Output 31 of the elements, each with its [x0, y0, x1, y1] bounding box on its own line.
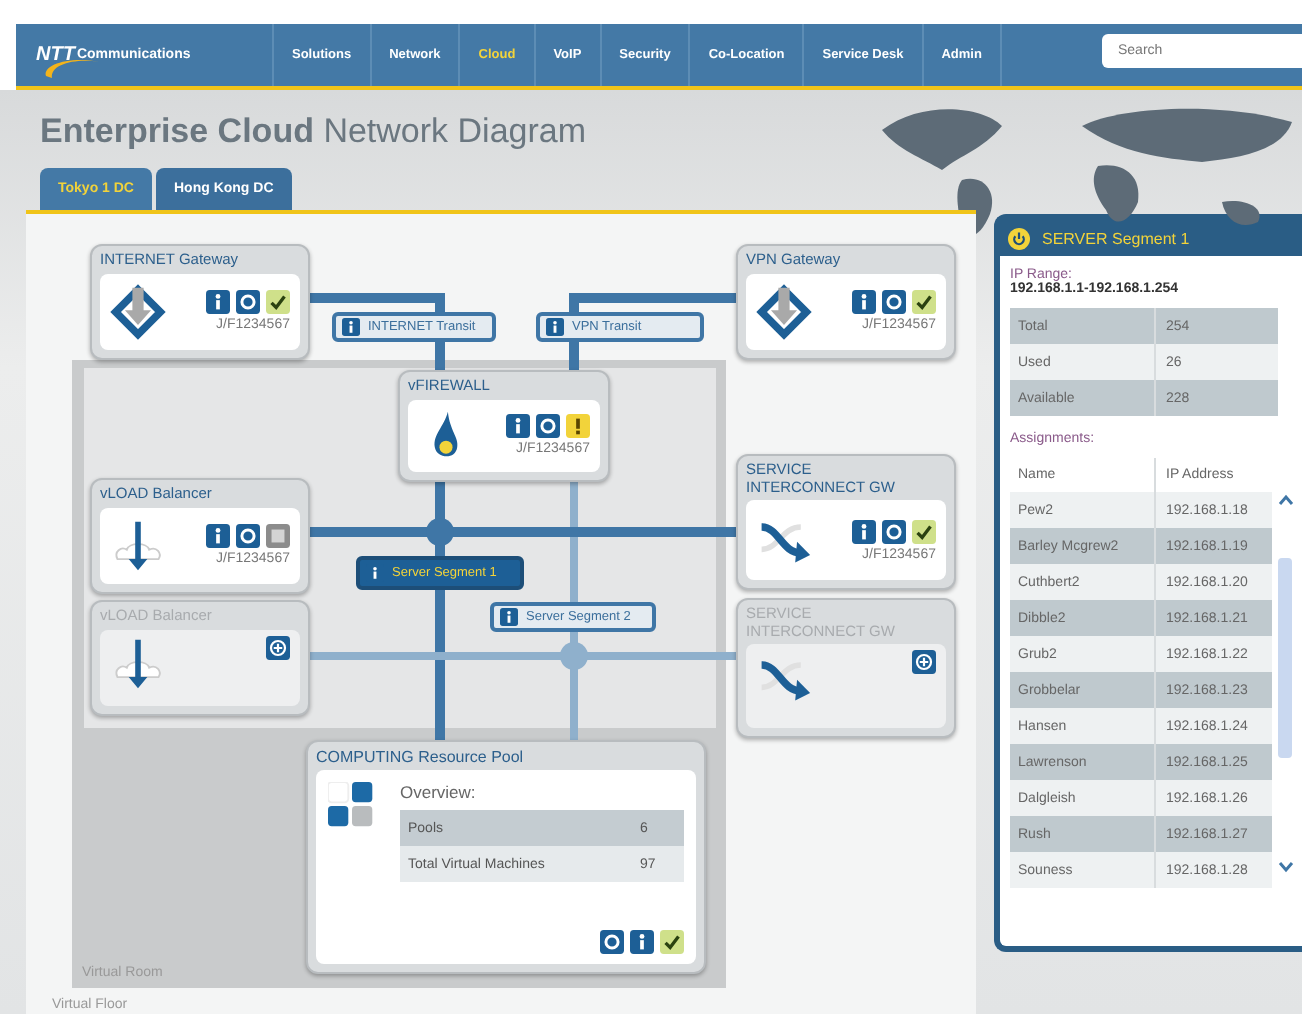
overview-heading: Overview: [400, 782, 478, 803]
settings-icon[interactable] [536, 414, 560, 439]
info-icon [500, 608, 518, 626]
scroll-thumb[interactable] [1278, 558, 1292, 758]
scroll-down-icon[interactable] [1277, 858, 1293, 874]
info-icon[interactable] [852, 519, 876, 544]
diamond-arrow-icon [756, 283, 812, 340]
settings-icon[interactable] [236, 290, 260, 315]
settings-icon[interactable] [882, 519, 906, 544]
logo-mark: NTT [36, 44, 75, 66]
cloud-arrow-icon [110, 517, 166, 574]
info-icon[interactable] [630, 930, 654, 954]
settings-icon[interactable] [882, 290, 906, 315]
settings-icon[interactable] [236, 524, 260, 549]
diamond-arrow-icon [110, 283, 166, 340]
info-icon[interactable] [206, 524, 230, 549]
info-icon[interactable] [506, 414, 530, 439]
info-icon[interactable] [206, 290, 230, 315]
info-icon[interactable] [852, 290, 876, 315]
cloud-arrow-icon [110, 635, 166, 692]
power-icon [1008, 227, 1030, 249]
info-icon [342, 318, 360, 336]
squares-icon [328, 782, 376, 831]
pool-title: COMPUTING Resource Pool [316, 748, 526, 767]
page-title: Enterprise Cloud Network Diagram [40, 112, 589, 152]
info-icon [546, 318, 564, 336]
scroll-up-icon[interactable] [1277, 492, 1293, 508]
junction-dot [426, 518, 454, 546]
settings-icon[interactable] [600, 930, 624, 954]
panel-title: SERVER Segment 1 [1042, 229, 1190, 247]
junction-dot [560, 642, 588, 670]
